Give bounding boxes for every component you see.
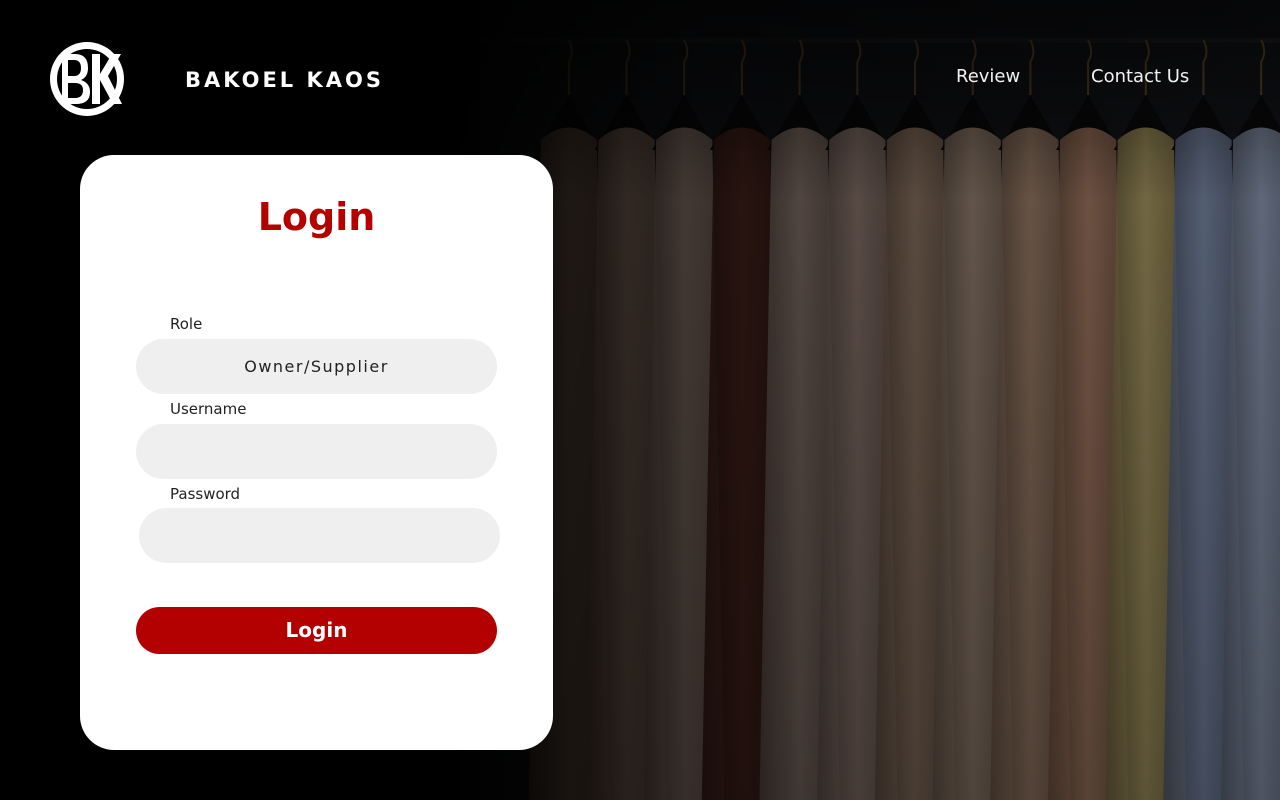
- bk-monogram-logo-icon[interactable]: [48, 40, 126, 118]
- login-page: BAKOEL KAOS Review Contact Us Login Role…: [0, 0, 1280, 800]
- login-button[interactable]: Login: [136, 607, 497, 654]
- login-card: Login Role Owner/Supplier Username Passw…: [80, 155, 553, 750]
- brand-name: BAKOEL KAOS: [185, 68, 384, 92]
- username-label: Username: [170, 400, 247, 418]
- login-title: Login: [257, 195, 376, 239]
- role-label: Role: [170, 315, 203, 333]
- role-select[interactable]: Owner/Supplier: [136, 339, 497, 394]
- nav-link-contact-us[interactable]: Contact Us: [1091, 64, 1189, 90]
- password-label: Password: [170, 485, 241, 503]
- password-input[interactable]: [139, 508, 500, 563]
- username-input[interactable]: [136, 424, 497, 479]
- nav-link-review[interactable]: Review: [956, 64, 1020, 90]
